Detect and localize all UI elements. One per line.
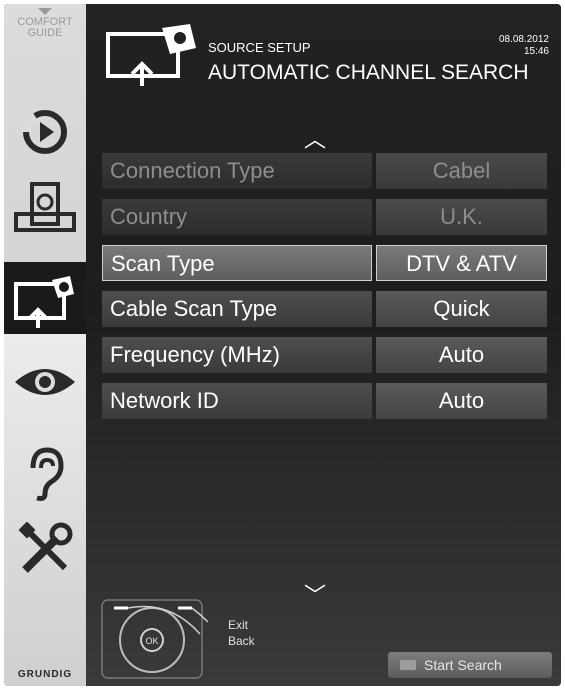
playback-icon	[22, 110, 67, 154]
back-label: Back	[228, 634, 255, 648]
tools-icon	[18, 522, 73, 573]
sidebar-item-picture[interactable]	[4, 174, 86, 244]
main-panel: SOURCE SETUP AUTOMATIC CHANNEL SEARCH 08…	[86, 4, 561, 686]
row-value: Auto	[376, 383, 547, 419]
menu-row-frequency[interactable]: Frequency (MHz) Auto	[102, 337, 547, 373]
sidebar-item-source-setup[interactable]	[4, 262, 86, 342]
menu-row-cable-scan-type[interactable]: Cable Scan Type Quick	[102, 291, 547, 327]
sidebar: COMFORT GUIDE GRUNDIG	[4, 4, 86, 686]
exit-label: Exit	[228, 618, 249, 632]
menu-row-network-id[interactable]: Network ID Auto	[102, 383, 547, 419]
triangle-down-icon	[38, 8, 52, 15]
row-label: Scan Type	[102, 245, 372, 281]
start-search-label: Start Search	[424, 657, 502, 673]
tv-screen: COMFORT GUIDE GRUNDIG SOURCE SETUP AUTOM…	[4, 4, 561, 686]
brand-logo: GRUNDIG	[17, 669, 73, 680]
row-label: Connection Type	[102, 153, 372, 189]
header-subtitle: SOURCE SETUP	[208, 40, 311, 55]
ok-label: OK	[145, 636, 158, 646]
row-label: Country	[102, 199, 372, 235]
source-setup-header-icon	[106, 24, 196, 86]
row-value: Quick	[376, 291, 547, 327]
row-label: Cable Scan Type	[102, 291, 372, 327]
sidebar-item-eye[interactable]	[4, 354, 86, 410]
guide-label-2: GUIDE	[27, 27, 63, 39]
menu-row-country[interactable]: Country U.K.	[102, 199, 547, 235]
source-setup-icon	[14, 276, 74, 328]
row-label: Network ID	[102, 383, 372, 419]
row-label: Frequency (MHz)	[102, 337, 372, 373]
time-text: 15:46	[523, 46, 549, 57]
page-title: AUTOMATIC CHANNEL SEARCH	[208, 61, 529, 84]
row-value: U.K.	[376, 199, 547, 235]
row-value: DTV & ATV	[376, 245, 547, 281]
eye-icon	[15, 369, 75, 395]
red-key-icon	[400, 660, 416, 670]
menu-row-connection-type[interactable]: Connection Type Cabel	[102, 153, 547, 189]
ear-icon	[30, 447, 64, 501]
comfort-guide[interactable]: COMFORT GUIDE	[4, 4, 86, 52]
picture-settings-icon	[14, 182, 76, 232]
date-text: 08.08.2012	[498, 34, 549, 45]
scroll-up-icon[interactable]: ︿	[304, 122, 326, 154]
remote-navigation-icon: OK	[101, 599, 209, 679]
sidebar-item-tools[interactable]	[4, 520, 86, 580]
menu-row-scan-type[interactable]: Scan Type DTV & ATV	[102, 245, 547, 281]
datetime: 08.08.2012 15:46	[499, 34, 549, 58]
sidebar-item-playback[interactable]	[4, 100, 86, 164]
sidebar-item-sound[interactable]	[4, 444, 86, 504]
row-value: Auto	[376, 337, 547, 373]
row-value: Cabel	[376, 153, 547, 189]
start-search-button[interactable]: Start Search	[388, 652, 552, 678]
scroll-down-icon[interactable]: ﹀	[304, 578, 326, 610]
